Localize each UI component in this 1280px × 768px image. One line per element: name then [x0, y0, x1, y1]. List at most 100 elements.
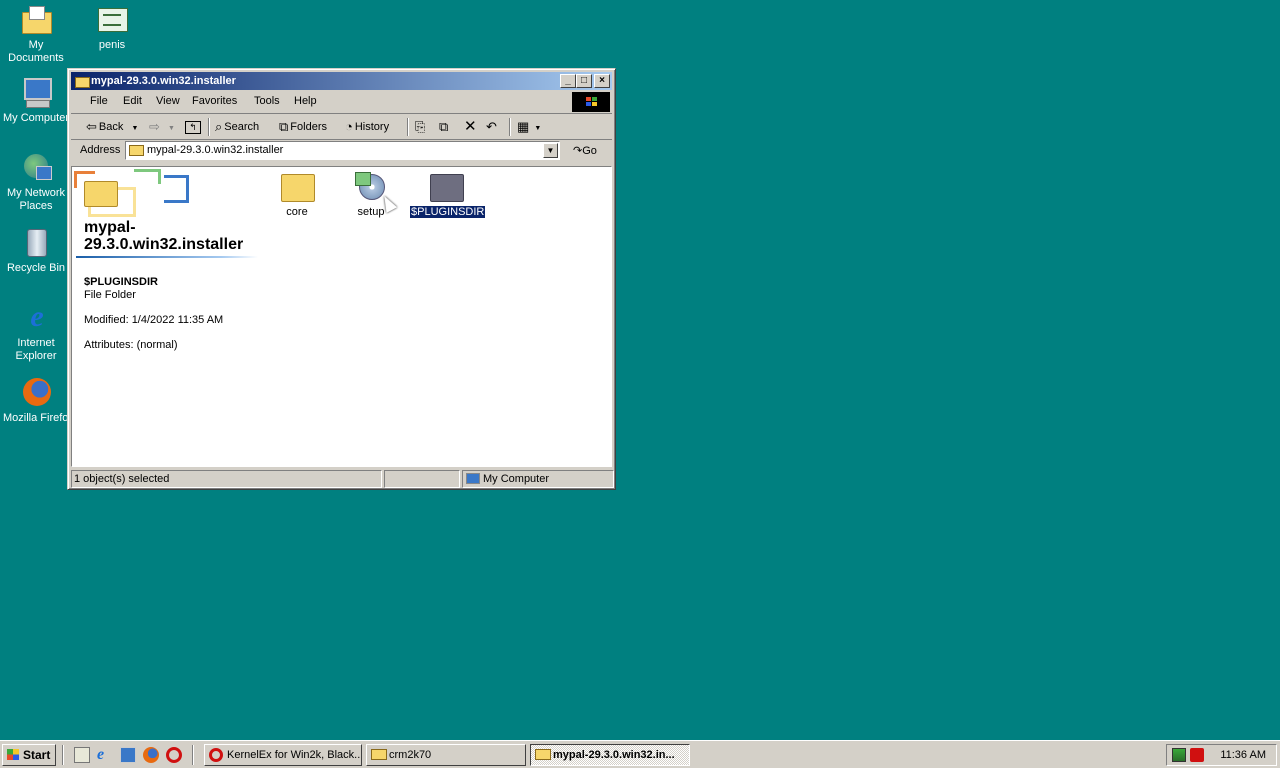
- address-label: Address: [80, 144, 121, 156]
- desktop-icon-label: Internet Explorer: [15, 337, 57, 362]
- folder-up-icon: ↰: [185, 120, 201, 134]
- firefox-icon[interactable]: [143, 747, 159, 763]
- desktop-icon-network[interactable]: My Network Places: [0, 152, 72, 213]
- menu-bar: File Edit View Favorites Tools Help: [71, 91, 612, 114]
- desktop-icon-recycle-bin[interactable]: Recycle Bin: [0, 227, 72, 275]
- folder-icon: [84, 181, 118, 207]
- toolbar-separator: [407, 118, 409, 136]
- system-tray: 11:36 AM: [1166, 744, 1277, 766]
- copy-to-button[interactable]: ⧉: [439, 118, 450, 136]
- search-button[interactable]: ⌕ Search: [215, 118, 259, 136]
- task-separator: [192, 745, 194, 765]
- chevron-down-icon[interactable]: ▼: [168, 125, 175, 132]
- forward-button[interactable]: ⇨ ▼: [149, 118, 175, 136]
- desktop-icon-label: Recycle Bin: [6, 262, 66, 274]
- start-button[interactable]: Start: [2, 744, 56, 766]
- move-to-icon: ⎘: [415, 119, 426, 135]
- folder-icon: [279, 170, 315, 202]
- acrobat-icon[interactable]: [1190, 748, 1204, 762]
- history-icon: ◔: [345, 119, 353, 135]
- folders-icon: ⧉: [279, 119, 289, 135]
- folder-icon: [74, 74, 90, 88]
- undo-icon: ↶: [486, 119, 497, 135]
- internet-explorer-icon[interactable]: e: [97, 747, 113, 763]
- task-kernelex[interactable]: KernelEx for Win2k, Black...: [204, 744, 362, 766]
- address-dropdown-button[interactable]: ▼: [543, 143, 558, 158]
- title-bar[interactable]: mypal-29.3.0.win32.installer _ □ ×: [71, 72, 612, 90]
- windows-logo-icon: [7, 749, 19, 760]
- desktop-icon-firefox[interactable]: Mozilla Firefox: [0, 377, 72, 425]
- views-button[interactable]: ▦ ▼: [517, 118, 541, 136]
- folder-icon: [535, 749, 551, 760]
- menu-view[interactable]: View: [156, 95, 180, 107]
- opera-icon: [209, 748, 223, 762]
- taskbar: Start e KernelEx for Win2k, Black... crm…: [0, 740, 1280, 768]
- file-label: setup: [357, 206, 385, 218]
- copy-to-icon: ⧉: [439, 119, 449, 135]
- minimize-button[interactable]: _: [560, 74, 576, 88]
- address-input[interactable]: mypal-29.3.0.win32.installer ▼: [125, 141, 560, 160]
- search-icon: ⌕: [215, 119, 223, 135]
- desktop-icon-file[interactable]: penis: [76, 4, 148, 52]
- show-desktop-icon[interactable]: [74, 747, 90, 763]
- file-item-pluginsdir[interactable]: $PLUGINSDIR: [408, 170, 487, 219]
- chevron-down-icon[interactable]: ▼: [131, 125, 138, 132]
- menu-tools[interactable]: Tools: [254, 95, 280, 107]
- clock[interactable]: 11:36 AM: [1220, 749, 1266, 761]
- address-value: mypal-29.3.0.win32.installer: [147, 144, 284, 156]
- quick-launch-separator: [62, 745, 64, 765]
- folder-icon: [129, 145, 144, 156]
- windows-logo-icon: [572, 92, 610, 112]
- up-button[interactable]: ↰: [185, 118, 203, 136]
- menu-file[interactable]: File: [90, 95, 108, 107]
- menu-help[interactable]: Help: [294, 95, 317, 107]
- folder-icon: [371, 749, 387, 760]
- maximize-button[interactable]: □: [576, 74, 592, 88]
- standard-toolbar: ⇦ Back ▼ ⇨ ▼ ↰ ⌕ Search ⧉ Folders ◔ History …: [71, 115, 612, 140]
- views-icon: ▦: [517, 119, 530, 135]
- desktop-icon-my-documents[interactable]: My Documents: [0, 4, 72, 65]
- selected-item-name: $PLUGINSDIR: [84, 276, 158, 288]
- undo-button[interactable]: ↶: [486, 118, 499, 136]
- network-icon: [20, 152, 52, 184]
- menu-edit[interactable]: Edit: [123, 95, 142, 107]
- opera-icon[interactable]: [166, 747, 182, 763]
- explorer-window[interactable]: mypal-29.3.0.win32.installer _ □ × File …: [67, 68, 616, 490]
- task-crm2k70[interactable]: crm2k70: [366, 744, 526, 766]
- back-button[interactable]: ⇦ Back ▼: [86, 118, 138, 136]
- desktop-icon-label: My Computer: [2, 112, 70, 124]
- desktop-icon-internet-explorer[interactable]: e Internet Explorer: [0, 302, 72, 363]
- my-computer-icon: [466, 473, 480, 484]
- menu-favorites[interactable]: Favorites: [192, 95, 237, 107]
- delete-button[interactable]: ✕: [464, 118, 479, 136]
- panel-divider: [76, 256, 258, 258]
- window-title: mypal-29.3.0.win32.installer: [91, 75, 236, 87]
- status-bar: 1 object(s) selected My Computer: [71, 470, 614, 488]
- toolbar-separator: [208, 118, 210, 136]
- hidden-folder-icon: [428, 170, 464, 202]
- file-item-setup[interactable]: setup: [335, 170, 407, 218]
- selected-item-modified: Modified: 1/4/2022 11:35 AM: [84, 314, 224, 326]
- status-selection: 1 object(s) selected: [71, 470, 382, 488]
- folder-banner-graphic: [74, 169, 190, 217]
- go-button[interactable]: ↷Go: [573, 144, 597, 157]
- my-documents-icon: [20, 4, 52, 36]
- close-button[interactable]: ×: [594, 74, 610, 88]
- forward-arrow-icon: ⇨: [149, 119, 160, 135]
- my-computer-icon: [20, 77, 52, 109]
- firefox-icon: [20, 377, 52, 409]
- internet-explorer-icon: e: [30, 300, 44, 333]
- move-to-button[interactable]: ⎘: [415, 118, 427, 136]
- chevron-down-icon[interactable]: ▼: [534, 125, 541, 132]
- selection-details: $PLUGINSDIR File Folder Modified: 1/4/20…: [84, 276, 223, 352]
- selected-item-type: File Folder: [84, 289, 136, 301]
- desktop-icon-my-computer[interactable]: My Computer: [0, 77, 72, 125]
- file-item-core[interactable]: core: [261, 170, 333, 218]
- task-mypal-installer[interactable]: mypal-29.3.0.win32.in...: [530, 744, 690, 766]
- history-button[interactable]: ◔ History: [345, 118, 389, 136]
- address-bar: Address mypal-29.3.0.win32.installer ▼ ↷…: [71, 140, 612, 162]
- folders-button[interactable]: ⧉ Folders: [279, 118, 327, 136]
- network-status-icon[interactable]: [1172, 748, 1186, 762]
- folder-view[interactable]: mypal-29.3.0.win32.installer $PLUGINSDIR…: [71, 166, 612, 467]
- network-icon[interactable]: [120, 747, 136, 763]
